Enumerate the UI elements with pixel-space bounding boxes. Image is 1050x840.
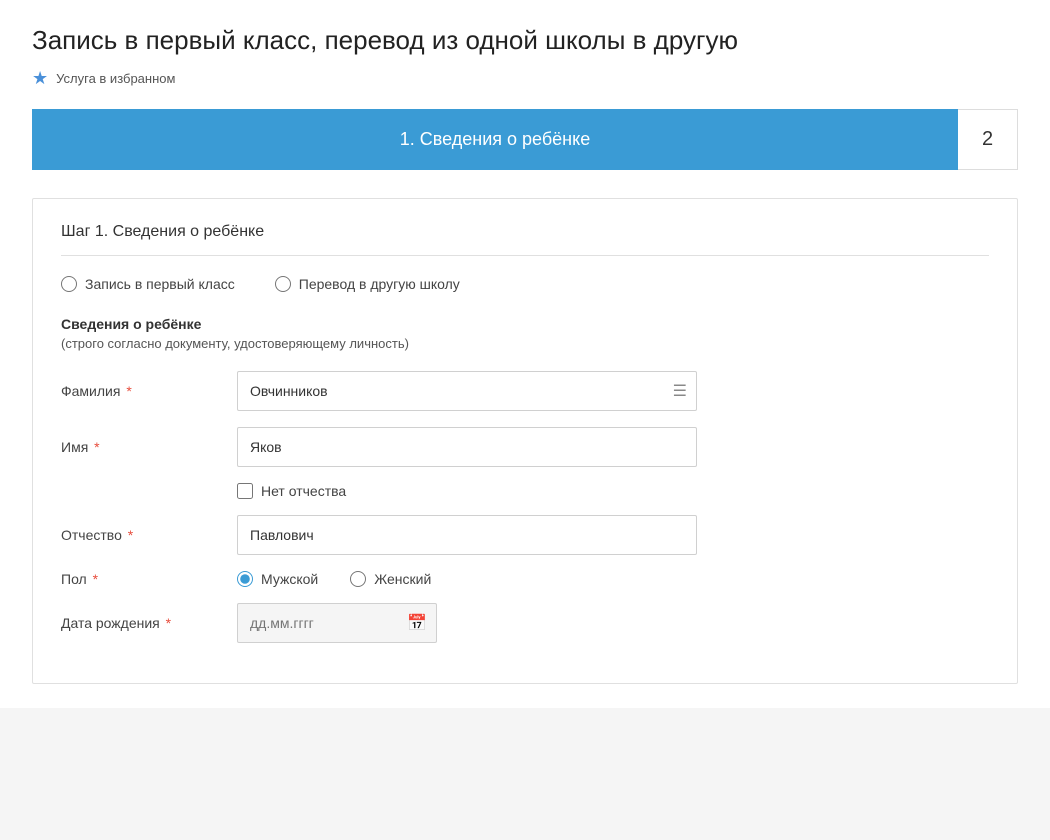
child-info-subtitle: (строго согласно документу, удостоверяющ… [61, 336, 989, 351]
gender-row: Пол * Мужской Женский [61, 571, 989, 587]
step-tab-2[interactable]: 2 [958, 109, 1018, 170]
last-name-input-wrapper: ☰ [237, 371, 697, 411]
menu-icon: ☰ [673, 381, 687, 401]
required-indicator: * [162, 615, 171, 631]
gender-male-option[interactable]: Мужской [237, 571, 318, 587]
last-name-input[interactable] [237, 371, 697, 411]
gender-male-label: Мужской [261, 571, 318, 587]
radio-transfer[interactable]: Перевод в другую школу [275, 276, 460, 292]
form-section-title: Шаг 1. Сведения о ребёнке [61, 223, 989, 256]
gender-label: Пол * [61, 571, 221, 587]
radio-first-grade-input[interactable] [61, 276, 77, 292]
no-patronymic-checkbox[interactable] [237, 483, 253, 499]
step-tabs: 1. Сведения о ребёнке 2 [32, 109, 1018, 170]
calendar-icon: 📅 [407, 613, 427, 633]
step-tab-1[interactable]: 1. Сведения о ребёнке [32, 109, 958, 170]
favorite-label: Услуга в избранном [56, 71, 175, 86]
required-indicator: * [90, 439, 99, 455]
first-name-row: Имя * [61, 427, 989, 467]
no-patronymic-row: Нет отчества [237, 483, 989, 499]
radio-first-grade-label: Запись в первый класс [85, 276, 235, 292]
patronymic-row: Отчество * [61, 515, 989, 555]
gender-female-radio[interactable] [350, 571, 366, 587]
dob-label: Дата рождения * [61, 615, 221, 631]
child-info-title: Сведения о ребёнке [61, 316, 989, 332]
required-indicator: * [89, 571, 98, 587]
favorite-bar[interactable]: ★ Услуга в избранном [32, 68, 1018, 89]
no-patronymic-label[interactable]: Нет отчества [261, 483, 346, 499]
radio-transfer-input[interactable] [275, 276, 291, 292]
gender-female-label: Женский [374, 571, 431, 587]
last-name-label: Фамилия * [61, 383, 221, 399]
star-icon: ★ [32, 68, 48, 89]
patronymic-input[interactable] [237, 515, 697, 555]
page-title: Запись в первый класс, перевод из одной … [32, 24, 1018, 58]
first-name-input[interactable] [237, 427, 697, 467]
form-card: Шаг 1. Сведения о ребёнке Запись в первы… [32, 198, 1018, 684]
gender-group: Мужской Женский [237, 571, 431, 587]
required-indicator: * [124, 527, 133, 543]
radio-first-grade[interactable]: Запись в первый класс [61, 276, 235, 292]
radio-transfer-label: Перевод в другую школу [299, 276, 460, 292]
service-type-group: Запись в первый класс Перевод в другую ш… [61, 276, 989, 292]
last-name-row: Фамилия * ☰ [61, 371, 989, 411]
required-indicator: * [122, 383, 131, 399]
patronymic-label: Отчество * [61, 527, 221, 543]
dob-row: Дата рождения * 📅 [61, 603, 989, 643]
gender-female-option[interactable]: Женский [350, 571, 431, 587]
first-name-label: Имя * [61, 439, 221, 455]
dob-input-wrapper: 📅 [237, 603, 437, 643]
gender-male-radio[interactable] [237, 571, 253, 587]
